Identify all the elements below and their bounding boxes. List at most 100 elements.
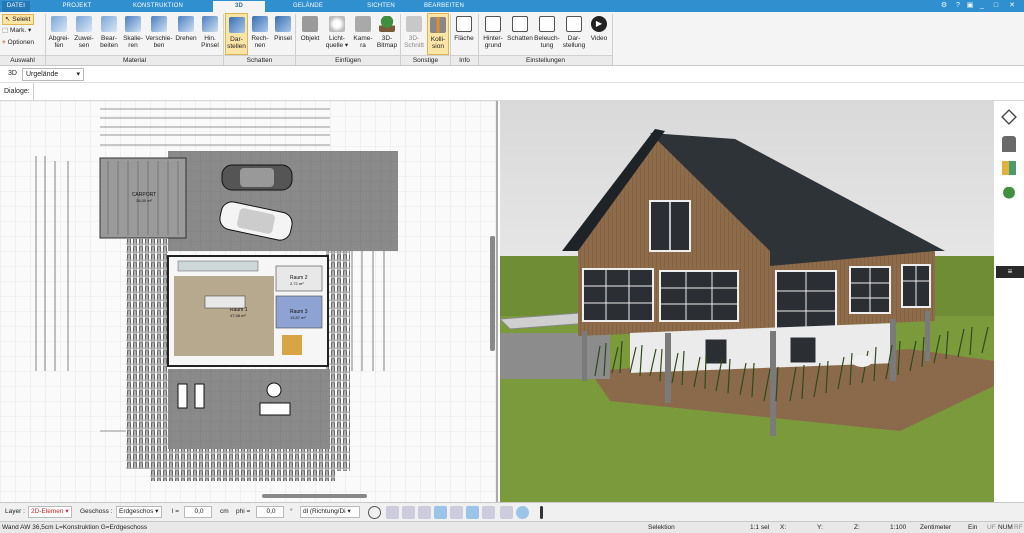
rechnen-label-2: nen — [254, 42, 266, 49]
tab-projekt[interactable]: PROJEKT — [52, 1, 102, 12]
darstellen-label-2: stellen — [227, 43, 246, 50]
schnitt-label: 3D- — [408, 35, 420, 42]
verschieben-button[interactable]: Verschie-ben — [145, 13, 173, 55]
layer-select[interactable]: 2D-Elemen ▾ — [28, 506, 72, 518]
play-icon: ▶ — [591, 16, 607, 32]
status-scale-sel: 1:1 sel — [750, 524, 770, 531]
lounger — [177, 383, 188, 409]
darstellen-label: Dar- — [230, 36, 243, 43]
schnitt-button[interactable]: 3D- Schnitt — [402, 13, 426, 55]
maximize-icon[interactable]: □ — [992, 2, 1000, 10]
tab-datei[interactable]: DATEI — [2, 1, 30, 12]
3d-view[interactable] — [500, 101, 994, 502]
pinsel-button[interactable]: Pinsel — [272, 13, 294, 55]
monitor-icon — [566, 16, 582, 32]
tab-konstruktion[interactable]: KONSTRUKTION — [125, 1, 191, 12]
bitmap-button[interactable]: 3D- Bitmap — [375, 13, 399, 55]
rechnen-button[interactable]: Rech-nen — [249, 13, 271, 55]
beleuchtung-button[interactable]: Beleuch-tung — [534, 13, 560, 55]
abgreifen-button[interactable]: Abgrei-fen — [47, 13, 71, 55]
vertical-scrollbar[interactable] — [490, 236, 495, 351]
length-value: 0,0 — [194, 508, 204, 515]
group-auswahl: Auswahl — [0, 55, 45, 65]
assign-material-icon — [76, 16, 92, 32]
zuweisen-label-2: sen — [78, 42, 90, 49]
status-ein: Ein — [968, 524, 978, 531]
darstellung-label-2: stellung — [562, 42, 586, 49]
horizontal-scrollbar[interactable] — [262, 494, 367, 498]
mark-label: Mark. — [9, 27, 27, 34]
schatten-settings-button[interactable]: Schatten — [507, 13, 533, 55]
kollision-button[interactable]: Kolli-sion — [427, 13, 449, 55]
direction-select[interactable]: dl (Richtung/Di ▾ — [300, 506, 360, 518]
panel-toggle-icon[interactable]: ≡ — [996, 266, 1024, 278]
layer-toggle-icon[interactable] — [466, 506, 479, 519]
geschoss-select[interactable]: Erdgeschos ▾ — [116, 506, 162, 518]
chevron-down-icon: ▾ — [76, 71, 80, 78]
phi-value: 0,0 — [266, 508, 276, 515]
video-button[interactable]: ▶ Video — [588, 13, 610, 55]
lightbulb-icon — [329, 16, 345, 32]
hedge-left — [126, 239, 168, 469]
layer-value: 2D-Elemen — [31, 508, 64, 515]
truck-icon[interactable] — [450, 506, 463, 519]
kamera-button[interactable]: Kame-ra — [352, 13, 374, 55]
drehen-button[interactable]: Drehen — [174, 13, 198, 55]
skalieren-button[interactable]: Skalie-ren — [122, 13, 144, 55]
text-icon[interactable] — [482, 506, 495, 519]
bearbeiten-button[interactable]: Bear-beiten — [97, 13, 121, 55]
floor-plan-view[interactable]: CARPORT 26,00 m² Raum 1 47,98 m² Raum 2 … — [0, 101, 498, 502]
layers-icon[interactable] — [1001, 109, 1017, 125]
hinpinsel-label: Hin. — [204, 35, 216, 42]
tree-icon — [379, 16, 395, 32]
3d-scene-svg — [500, 101, 994, 502]
color-palette-icon[interactable] — [1002, 161, 1016, 175]
close-icon[interactable]: ✕ — [1008, 2, 1016, 10]
tab-sichten[interactable]: SICHTEN — [356, 1, 406, 12]
restore-icon[interactable]: ▣ — [966, 2, 974, 10]
geschoss-label: Geschoss : — [80, 508, 113, 515]
clock-icon[interactable] — [368, 506, 381, 519]
verschieben-label: Verschie- — [145, 35, 173, 42]
phi-input[interactable]: 0,0 — [256, 506, 284, 518]
edit-material-icon — [101, 16, 117, 32]
tree-panel-icon[interactable] — [1002, 187, 1016, 203]
hin-pinsel-button[interactable]: Hin. Pinsel — [199, 13, 221, 55]
minimize-icon[interactable]: _ — [978, 2, 986, 10]
selekt-button[interactable]: ↖ Selekt — [2, 14, 34, 25]
grid-icon[interactable] — [500, 506, 513, 519]
stairs — [177, 260, 259, 272]
eyedropper-icon — [51, 16, 67, 32]
bitmap-label-2: Bitmap — [376, 42, 398, 49]
zuweisen-button[interactable]: Zuwei-sen — [72, 13, 96, 55]
darstellung-button[interactable]: Dar-stellung — [561, 13, 587, 55]
mark-dropdown[interactable]: ⬚ Mark. ▾ — [2, 26, 31, 35]
bearbeiten-label: Bear- — [101, 35, 117, 42]
optionen-button[interactable]: + Optionen — [2, 38, 34, 47]
north-icon[interactable] — [516, 506, 529, 519]
objekt-button[interactable]: Objekt — [298, 13, 322, 55]
flaeche-label: Fläche — [454, 35, 474, 42]
snap-icon[interactable] — [434, 506, 447, 519]
edit-icon[interactable] — [418, 506, 431, 519]
darstellen-button[interactable]: Dar-stellen — [225, 13, 248, 55]
length-input[interactable]: 0,0 — [184, 506, 212, 518]
group-einstellungen: Einstellungen — [479, 55, 612, 65]
paste-icon[interactable] — [402, 506, 415, 519]
brush-icon — [202, 16, 218, 32]
tab-gelaende[interactable]: GELÄNDE — [282, 1, 334, 12]
layer-label: Layer : — [5, 508, 25, 515]
lichtquelle-button[interactable]: Licht-quelle ▾ — [323, 13, 351, 55]
tab-3d[interactable]: 3D — [213, 1, 265, 12]
group-material: Material — [46, 55, 223, 65]
furniture-icon[interactable] — [1002, 136, 1016, 152]
house-light-icon — [539, 16, 555, 32]
tab-bearbeiten[interactable]: BEARBEITEN — [416, 1, 472, 12]
lichtquelle-label: Licht- — [329, 35, 345, 42]
terrain-select[interactable]: Urgelände ▾ — [22, 68, 84, 81]
window-icon[interactable]: ⚙ — [940, 2, 948, 10]
question-icon[interactable]: ? — [954, 2, 962, 10]
hintergrund-button[interactable]: Hinter-grund — [480, 13, 506, 55]
flaeche-button[interactable]: Fläche — [452, 13, 476, 55]
screen-icon[interactable] — [386, 506, 399, 519]
